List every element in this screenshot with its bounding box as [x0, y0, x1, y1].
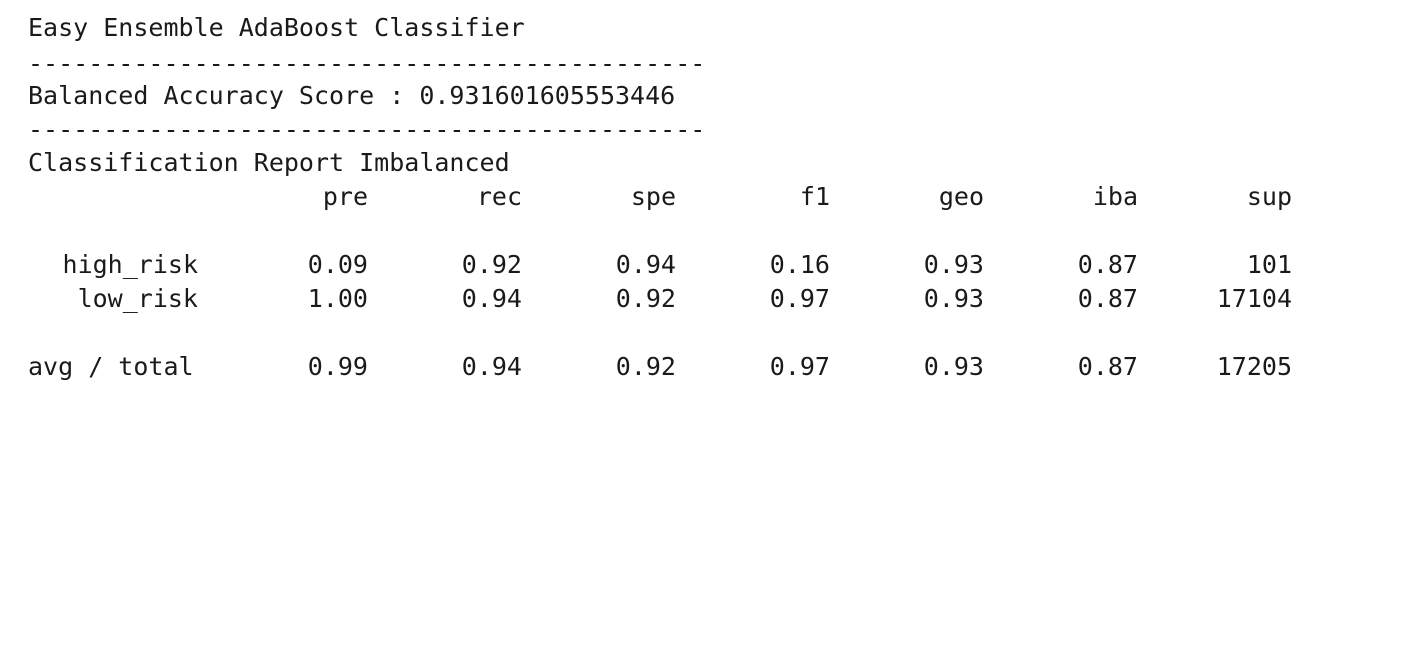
row-label: avg / total: [28, 352, 194, 381]
cell-value: 0.97: [769, 284, 830, 313]
cell-value: 1.00: [307, 284, 368, 313]
cell-value: 0.99: [307, 352, 368, 381]
column-header-spe: spe: [630, 182, 676, 211]
report-title: Classification Report Imbalanced: [28, 148, 510, 177]
column-header-sup: sup: [1246, 182, 1292, 211]
cell-value: 0.93: [923, 284, 984, 313]
table-header-row: pre rec spe f1 geo iba sup: [28, 182, 1328, 212]
table-row: high_risk 0.09 0.92 0.94 0.16 0.93 0.87 …: [28, 250, 1328, 280]
cell-value: 0.92: [615, 352, 676, 381]
cell-value: 0.93: [923, 352, 984, 381]
notebook-output: Easy Ensemble AdaBoost Classifier ------…: [28, 0, 1368, 457]
cell-value: 0.92: [615, 284, 676, 313]
column-header-f1: f1: [799, 182, 830, 211]
cell-value: 0.94: [461, 352, 522, 381]
model-title: Easy Ensemble AdaBoost Classifier: [28, 13, 525, 42]
cell-value: 17205: [1216, 352, 1292, 381]
column-header-geo: geo: [938, 182, 984, 211]
column-header-rec: rec: [476, 182, 522, 211]
cell-value: 0.16: [769, 250, 830, 279]
cell-value: 0.97: [769, 352, 830, 381]
cell-value: 101: [1246, 250, 1292, 279]
cell-value: 0.94: [461, 284, 522, 313]
row-label: low_risk: [77, 284, 198, 313]
separator-line: ----------------------------------------…: [28, 115, 706, 144]
column-header-pre: pre: [322, 182, 368, 211]
cell-value: 0.94: [615, 250, 676, 279]
table-row-average: avg / total 0.99 0.94 0.92 0.97 0.93 0.8…: [28, 352, 1328, 382]
cell-value: 0.93: [923, 250, 984, 279]
cell-value: 0.92: [461, 250, 522, 279]
cell-value: 0.87: [1077, 250, 1138, 279]
cell-value: 0.87: [1077, 284, 1138, 313]
cell-value: 0.09: [307, 250, 368, 279]
row-label: high_risk: [62, 250, 198, 279]
balanced-accuracy-score: Balanced Accuracy Score : 0.931601605553…: [28, 81, 676, 110]
column-header-iba: iba: [1092, 182, 1138, 211]
cell-value: 0.87: [1077, 352, 1138, 381]
table-row: low_risk 1.00 0.94 0.92 0.97 0.93 0.87 1…: [28, 284, 1328, 314]
cell-value: 17104: [1216, 284, 1292, 313]
separator-line: ----------------------------------------…: [28, 49, 706, 78]
